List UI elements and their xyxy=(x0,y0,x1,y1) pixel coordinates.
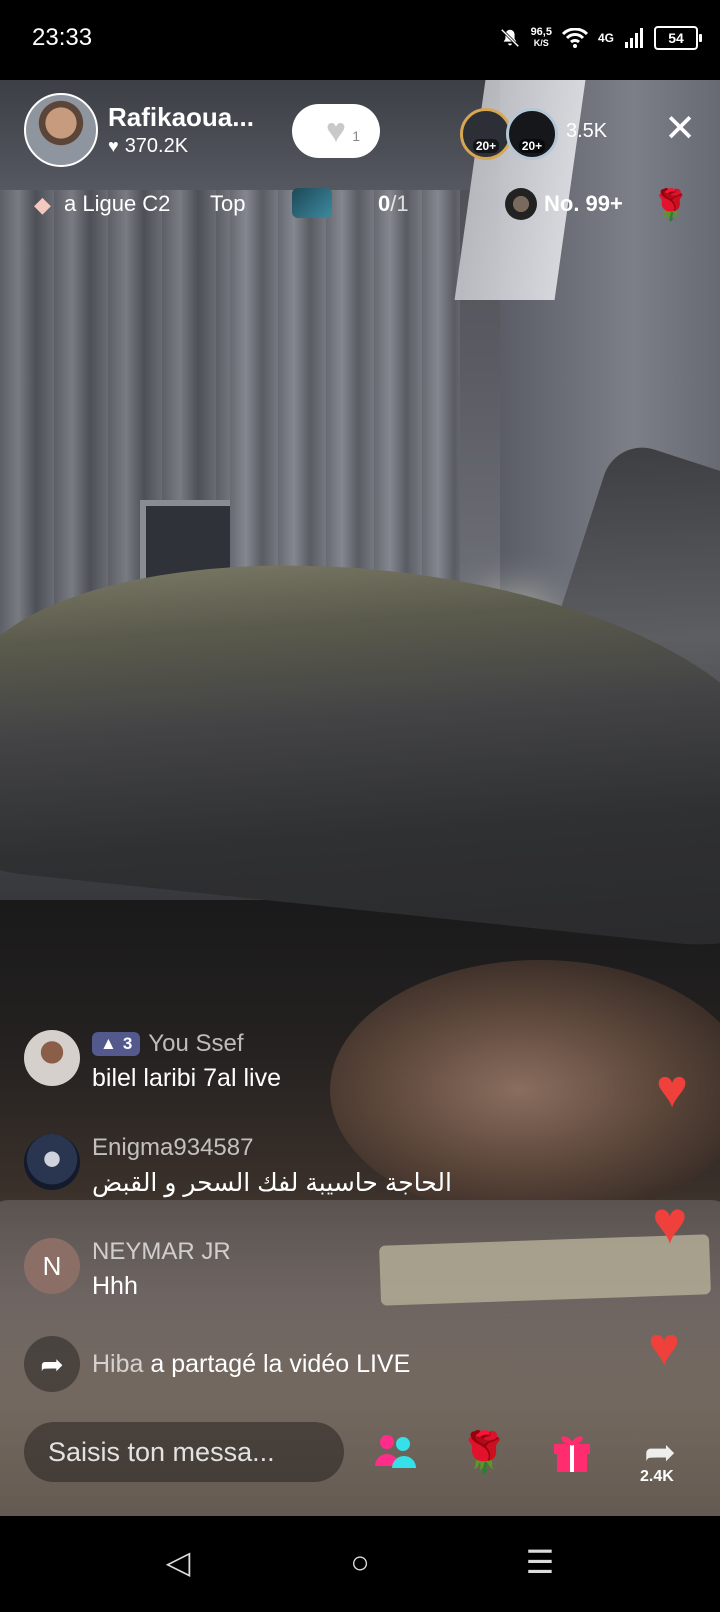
follow-count: 1 xyxy=(352,128,360,144)
comment-text: الحاجة حاسيبة لفك السحر و القبض xyxy=(92,1169,452,1197)
status-time: 23:33 xyxy=(32,24,93,51)
host-likes: ♥ 370.2K xyxy=(108,135,254,158)
top-label[interactable]: Top xyxy=(210,191,245,217)
comment-item[interactable]: N NEYMAR JR Hhh xyxy=(24,1238,231,1301)
rose-icon[interactable]: 🌹 xyxy=(454,1422,514,1482)
commenter-avatar[interactable] xyxy=(24,1030,80,1086)
viewer-count[interactable]: 3.5K xyxy=(566,120,607,143)
host-likes-count: 370.2K xyxy=(124,135,189,157)
level-badge: ▲ 3 xyxy=(92,1032,141,1056)
share-username[interactable]: Hiba xyxy=(92,1350,143,1378)
follow-heart-button[interactable]: ♥ 1 xyxy=(292,104,380,158)
share-text: a partagé la vidéo LIVE xyxy=(150,1349,411,1378)
comment-user: ▲ 3 You Ssef xyxy=(92,1030,281,1058)
message-input[interactable]: Saisis ton messa... xyxy=(24,1422,344,1482)
status-icons: 96,5 K/S 4G 54 xyxy=(499,26,702,50)
arrow-icon: ▲ xyxy=(100,1034,117,1053)
gift-glyph xyxy=(554,1436,590,1472)
league-bar[interactable]: ◆ a Ligue C2 Top 0/1 No. 99+ 🌹 xyxy=(0,188,720,224)
share-notification: ➦ Hiba a partagé la vidéo LIVE xyxy=(24,1336,410,1392)
signal-icon xyxy=(625,28,643,48)
menu-icon[interactable]: ☰ xyxy=(510,1542,570,1582)
comment-text: bilel laribi 7al live xyxy=(92,1064,281,1092)
comment-user: NEYMAR JR xyxy=(92,1238,231,1266)
heart-icon: ♥ xyxy=(648,1317,681,1377)
host-card[interactable]: Rafikaoua... ♥ 370.2K xyxy=(24,93,254,167)
comment-body: ▲ 3 You Ssef bilel laribi 7al live xyxy=(92,1030,281,1093)
gift-icon[interactable] xyxy=(542,1422,602,1482)
rose-icon[interactable]: 🌹 xyxy=(652,188,689,223)
bell-off-icon xyxy=(500,28,519,48)
match-score[interactable]: 0/1 xyxy=(378,191,409,217)
comment-item[interactable]: ▲ 3 You Ssef bilel laribi 7al live xyxy=(24,1030,281,1093)
comment-username[interactable]: NEYMAR JR xyxy=(92,1238,231,1266)
rank-label[interactable]: No. 99+ xyxy=(544,191,623,217)
multi-guest-icon[interactable] xyxy=(366,1422,426,1482)
share-count: 2.4K xyxy=(640,1468,674,1485)
heart-icon: ♥ xyxy=(652,1189,688,1256)
host-avatar[interactable] xyxy=(24,93,98,167)
system-nav-bar: ◁ ○ ☰ xyxy=(0,1516,720,1612)
status-bar: 23:33 96,5 K/S 4G 54 xyxy=(0,0,720,80)
host-info: Rafikaoua... ♥ 370.2K xyxy=(108,102,254,158)
comment-username[interactable]: You Ssef xyxy=(148,1030,243,1058)
comment-user: Enigma934587 xyxy=(92,1134,452,1162)
score-value: 0 xyxy=(378,191,391,216)
top-viewers[interactable]: 20+ 20+ xyxy=(460,108,558,160)
bottom-action-bar: Saisis ton messa... 🌹 ➦ 2.4K xyxy=(0,1414,720,1502)
diamond-icon: ◆ xyxy=(34,192,51,217)
top-viewer-avatar[interactable]: 20+ xyxy=(506,108,558,160)
heart-icon: ♥ xyxy=(325,111,347,150)
team-badge-icon[interactable] xyxy=(292,188,332,218)
viewer-level-badge: 20+ xyxy=(472,139,500,153)
level-value: 3 xyxy=(122,1034,133,1053)
wifi-icon xyxy=(561,28,588,48)
comment-body: NEYMAR JR Hhh xyxy=(92,1238,231,1301)
league-label[interactable]: a Ligue C2 xyxy=(64,191,170,217)
battery-icon: 54 xyxy=(654,26,702,50)
comment-body: Enigma934587 الحاجة حاسيبة لفك السحر و ا… xyxy=(92,1134,452,1198)
rank-avatar[interactable] xyxy=(505,188,537,220)
comment-username[interactable]: Enigma934587 xyxy=(92,1134,253,1162)
heart-icon: ♥ xyxy=(656,1059,689,1119)
commenter-avatar[interactable] xyxy=(24,1134,80,1190)
network-speed: 96,5 K/S xyxy=(531,27,552,49)
speed-unit: K/S xyxy=(533,38,549,48)
host-name[interactable]: Rafikaoua... xyxy=(108,102,254,133)
top-viewer-avatar[interactable]: 20+ xyxy=(460,108,512,160)
comment-text: Hhh xyxy=(92,1272,138,1300)
commenter-avatar[interactable]: N xyxy=(24,1238,80,1294)
home-icon[interactable]: ○ xyxy=(330,1542,390,1582)
network-type: 4G xyxy=(597,31,614,45)
heart-icon: ♥ xyxy=(108,136,119,156)
close-icon[interactable]: ✕ xyxy=(660,110,700,148)
back-icon[interactable]: ◁ xyxy=(148,1542,208,1582)
comment-item[interactable]: Enigma934587 الحاجة حاسيبة لفك السحر و ا… xyxy=(24,1134,452,1198)
share-arrow-icon: ➦ xyxy=(24,1336,80,1392)
speed-value: 96,5 xyxy=(530,26,552,38)
score-total: /1 xyxy=(390,191,409,216)
viewer-level-badge: 20+ xyxy=(518,139,546,153)
multi-guest-glyph xyxy=(375,1435,416,1468)
